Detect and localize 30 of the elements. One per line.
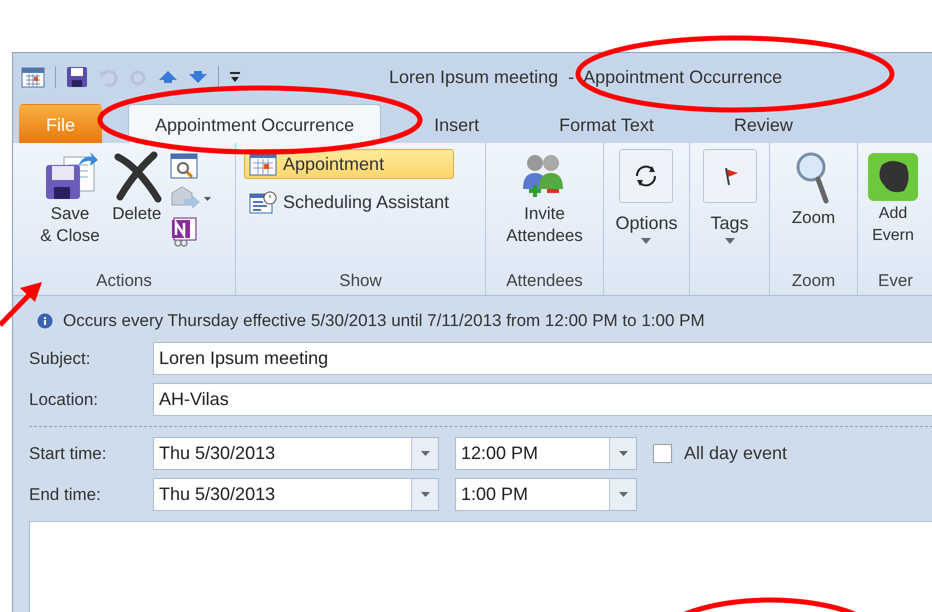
field-label: Start time: bbox=[29, 444, 108, 464]
field-label: Location: bbox=[29, 390, 99, 410]
ribbon-tab[interactable]: Review bbox=[706, 104, 820, 143]
date-dropdown[interactable]: Thu 5/30/2013 bbox=[153, 437, 439, 470]
recurrence-info: Occurs every Thursday effective 5/30/2013 until 7/11/2013 from 12:00 PM to 1:00 PM bbox=[63, 311, 705, 331]
group-label: Show bbox=[339, 271, 382, 291]
save-close-button[interactable]: Save & Close bbox=[36, 149, 104, 249]
group-label: Ever bbox=[878, 271, 913, 291]
ribbon-button[interactable]: Appointment bbox=[244, 149, 454, 179]
field-label: End time: bbox=[29, 484, 102, 504]
time-dropdown[interactable]: 1:00 PM bbox=[455, 478, 637, 511]
group-label: Actions bbox=[96, 271, 152, 291]
group-label: Attendees bbox=[506, 271, 583, 291]
location-field[interactable]: AH-Vilas bbox=[153, 383, 932, 416]
time-dropdown[interactable]: 12:00 PM bbox=[455, 437, 637, 470]
options-button[interactable]: Options bbox=[615, 149, 678, 244]
zoom-button[interactable]: Zoom bbox=[788, 149, 840, 231]
group-label: Zoom bbox=[792, 271, 836, 291]
field-label: Subject: bbox=[29, 348, 92, 368]
checkbox-label: All day event bbox=[684, 443, 788, 464]
subject-field[interactable]: Loren Ipsum meeting bbox=[153, 342, 932, 375]
ribbon-tab[interactable]: Insert bbox=[407, 104, 506, 143]
evernote-button[interactable]: Add Evern bbox=[864, 149, 922, 249]
date-dropdown[interactable]: Thu 5/30/2013 bbox=[153, 478, 439, 511]
invite-attendees-button[interactable]: Invite Attendees bbox=[502, 149, 587, 249]
delete-button[interactable]: Delete bbox=[108, 149, 166, 227]
window-title: Loren Ipsum meeting - Appointment Occurrence bbox=[389, 66, 782, 88]
ribbon-button[interactable]: Scheduling Assistant bbox=[244, 187, 454, 217]
ribbon-tab[interactable]: Format Text bbox=[532, 104, 681, 143]
ribbon-tab[interactable]: Appointment Occurrence bbox=[128, 104, 382, 143]
